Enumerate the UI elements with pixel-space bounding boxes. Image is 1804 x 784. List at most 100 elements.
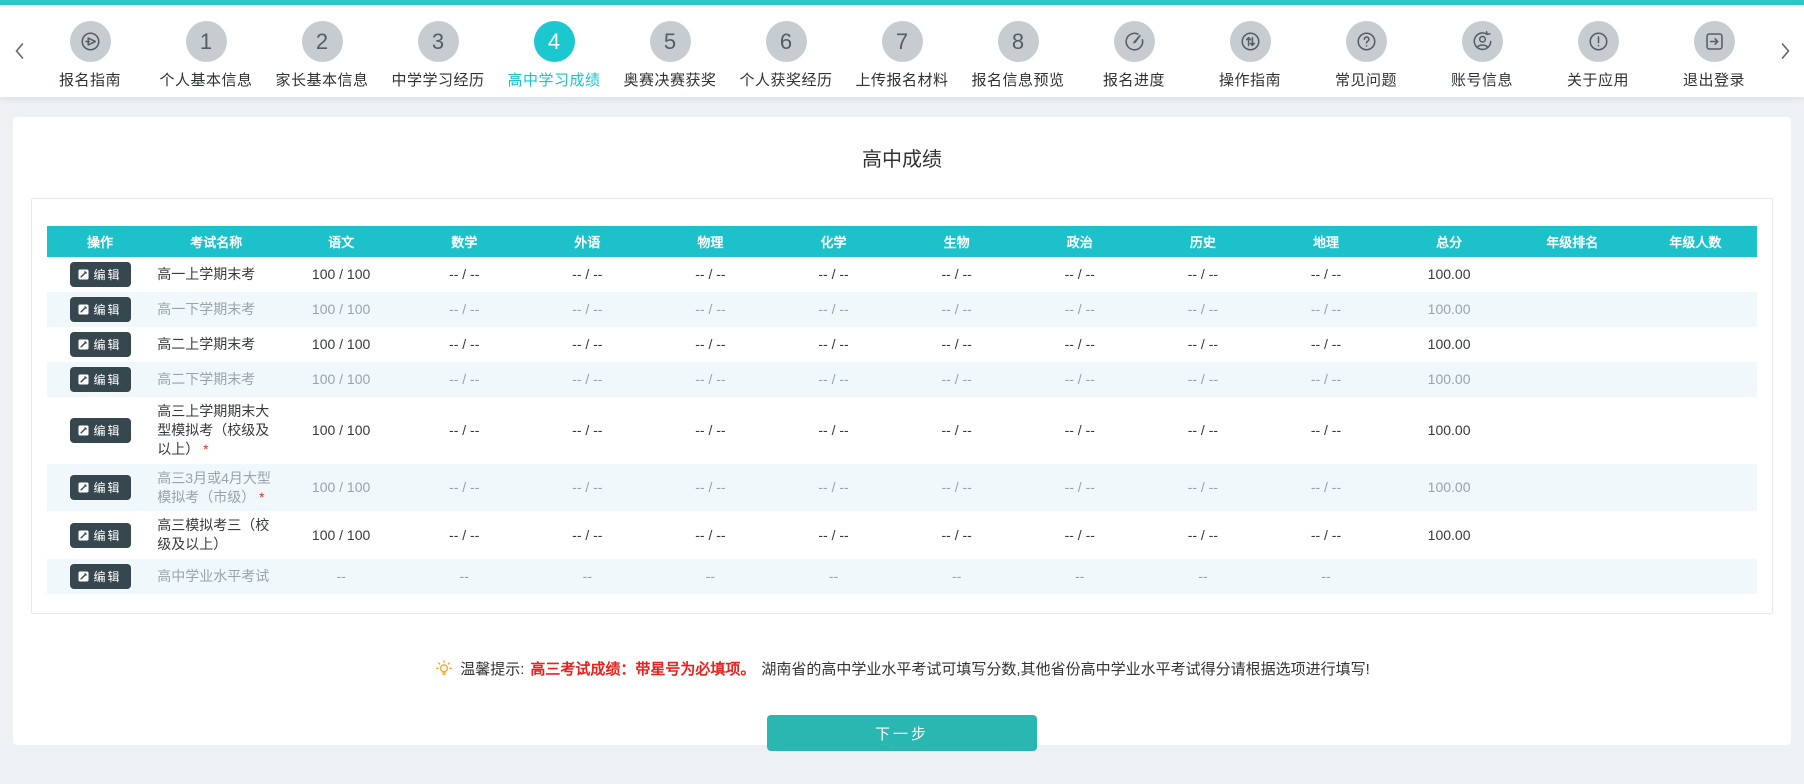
- chevron-left-icon: [14, 42, 25, 60]
- table-row: 编辑 高二上学期末考 * 100 / 100 -- / -- -- / -- -…: [47, 327, 1757, 362]
- nav-item-step-1[interactable]: 1 个人基本信息: [148, 12, 264, 90]
- edit-icon: [77, 529, 90, 542]
- grade-rank-cell: [1511, 292, 1634, 327]
- nav-item-signup-guide[interactable]: 报名指南: [32, 12, 148, 90]
- exam-name: 高三模拟考三（校级及以上）: [157, 517, 269, 552]
- table-header-row: 操作 考试名称 语文 数学 外语 物理 化学 生物 政治 历史 地理 总分 年级…: [47, 226, 1757, 257]
- exam-name: 高二上学期末考: [157, 336, 255, 352]
- nav-item-operation-guide[interactable]: 操作指南: [1192, 12, 1308, 90]
- edit-button[interactable]: 编辑: [70, 475, 131, 500]
- nav-scroll-left-button[interactable]: [6, 31, 32, 71]
- score-cell-history: --: [1141, 559, 1264, 594]
- score-cell-history: -- / --: [1141, 327, 1264, 362]
- table-row: 编辑 高一下学期末考 * 100 / 100 -- / -- -- / -- -…: [47, 292, 1757, 327]
- required-asterisk: *: [203, 441, 208, 457]
- col-header-geography: 地理: [1264, 226, 1387, 257]
- score-cell-geography: -- / --: [1264, 464, 1387, 512]
- nav-label: 家长基本信息: [275, 69, 368, 90]
- nav-item-step-4-active[interactable]: 4 高中学习成绩: [496, 12, 612, 90]
- score-cell-biology: -- / --: [895, 511, 1018, 559]
- score-cell-chinese: 100 / 100: [280, 257, 403, 292]
- score-cell-chemistry: -- / --: [772, 292, 895, 327]
- score-cell-foreign-language: -- / --: [526, 362, 649, 397]
- step-number-badge: 2: [302, 21, 343, 62]
- exam-name-cell: 高三模拟考三（校级及以上） *: [153, 511, 280, 559]
- nav-item-step-6[interactable]: 6 个人获奖经历: [728, 12, 844, 90]
- col-header-history: 历史: [1141, 226, 1264, 257]
- nav-item-account[interactable]: 账号信息: [1424, 12, 1540, 90]
- col-header-physics: 物理: [649, 226, 772, 257]
- score-cell-physics: -- / --: [649, 511, 772, 559]
- score-cell-physics: -- / --: [649, 464, 772, 512]
- step-number-badge: 7: [882, 21, 923, 62]
- grade-rank-cell: [1511, 464, 1634, 512]
- score-cell-chinese: 100 / 100: [280, 397, 403, 464]
- edit-button-label: 编辑: [94, 336, 122, 353]
- exam-name-cell: 高三上学期期末大型模拟考（校级及以上） *: [153, 397, 280, 464]
- edit-button[interactable]: 编辑: [70, 332, 131, 357]
- edit-icon: [77, 303, 90, 316]
- edit-button[interactable]: 编辑: [70, 297, 131, 322]
- grade-rank-cell: [1511, 257, 1634, 292]
- total-score-cell: 100.00: [1388, 257, 1511, 292]
- col-header-biology: 生物: [895, 226, 1018, 257]
- nav-item-progress[interactable]: 报名进度: [1076, 12, 1192, 90]
- score-cell-math: -- / --: [403, 511, 526, 559]
- edit-button-label: 编辑: [94, 301, 122, 318]
- nav-item-step-3[interactable]: 3 中学学习经历: [380, 12, 496, 90]
- col-header-math: 数学: [403, 226, 526, 257]
- col-header-politics: 政治: [1018, 226, 1141, 257]
- edit-button[interactable]: 编辑: [70, 523, 131, 548]
- edit-button-label: 编辑: [94, 479, 122, 496]
- score-cell-politics: -- / --: [1018, 362, 1141, 397]
- nav-label: 关于应用: [1567, 69, 1629, 90]
- nav-item-about[interactable]: 关于应用: [1540, 12, 1656, 90]
- score-cell-chinese: 100 / 100: [280, 292, 403, 327]
- score-cell-chinese: 100 / 100: [280, 327, 403, 362]
- nav-scroll-right-button[interactable]: [1772, 31, 1798, 71]
- edit-button-label: 编辑: [94, 527, 122, 544]
- nav-label: 高中学习成绩: [507, 69, 600, 90]
- exam-name-cell: 高二上学期末考 *: [153, 327, 280, 362]
- score-cell-politics: -- / --: [1018, 327, 1141, 362]
- score-cell-math: -- / --: [403, 362, 526, 397]
- edit-button[interactable]: 编辑: [70, 262, 131, 287]
- nav-item-logout[interactable]: 退出登录: [1656, 12, 1772, 90]
- total-score-cell: 100.00: [1388, 362, 1511, 397]
- table-row: 编辑 高三模拟考三（校级及以上） * 100 / 100 -- / -- -- …: [47, 511, 1757, 559]
- action-cell: 编辑: [47, 464, 153, 512]
- notice-prefix: 温馨提示:: [460, 658, 524, 679]
- exam-name: 高中学业水平考试: [157, 568, 269, 584]
- edit-button[interactable]: 编辑: [70, 564, 131, 589]
- next-step-button[interactable]: 下一步: [767, 715, 1037, 751]
- notice-text: 湖南省的高中学业水平考试可填写分数,其他省份高中学业水平考试得分请根据选项进行填…: [761, 658, 1369, 679]
- logout-icon: [1694, 21, 1735, 62]
- score-cell-physics: -- / --: [649, 397, 772, 464]
- notice-highlight: 高三考试成绩：带星号为必填项。: [530, 658, 755, 679]
- score-cell-chinese: 100 / 100: [280, 511, 403, 559]
- nav-item-step-8[interactable]: 8 报名信息预览: [960, 12, 1076, 90]
- col-header-action: 操作: [47, 226, 153, 257]
- score-cell-politics: -- / --: [1018, 397, 1141, 464]
- score-cell-chemistry: -- / --: [772, 257, 895, 292]
- table-row: 编辑 高二下学期末考 * 100 / 100 -- / -- -- / -- -…: [47, 362, 1757, 397]
- score-cell-politics: -- / --: [1018, 292, 1141, 327]
- edit-button[interactable]: 编辑: [70, 367, 131, 392]
- about-icon: [1578, 21, 1619, 62]
- nav-item-step-7[interactable]: 7 上传报名材料: [844, 12, 960, 90]
- score-cell-chinese: 100 / 100: [280, 464, 403, 512]
- score-cell-history: -- / --: [1141, 257, 1264, 292]
- nav-item-faq[interactable]: 常见问题: [1308, 12, 1424, 90]
- col-header-chemistry: 化学: [772, 226, 895, 257]
- nav-item-step-2[interactable]: 2 家长基本信息: [264, 12, 380, 90]
- nav-item-step-5[interactable]: 5 奥赛决赛获奖: [612, 12, 728, 90]
- nav-label: 报名信息预览: [971, 69, 1064, 90]
- score-cell-biology: -- / --: [895, 257, 1018, 292]
- nav-label: 账号信息: [1451, 69, 1513, 90]
- guide-icon: [70, 21, 111, 62]
- table-row: 编辑 高中学业水平考试 * -- -- -- -- -- -- -- -- --: [47, 559, 1757, 594]
- grade-size-cell: [1634, 327, 1757, 362]
- score-cell-chinese: 100 / 100: [280, 362, 403, 397]
- score-cell-physics: -- / --: [649, 362, 772, 397]
- edit-button[interactable]: 编辑: [70, 418, 131, 443]
